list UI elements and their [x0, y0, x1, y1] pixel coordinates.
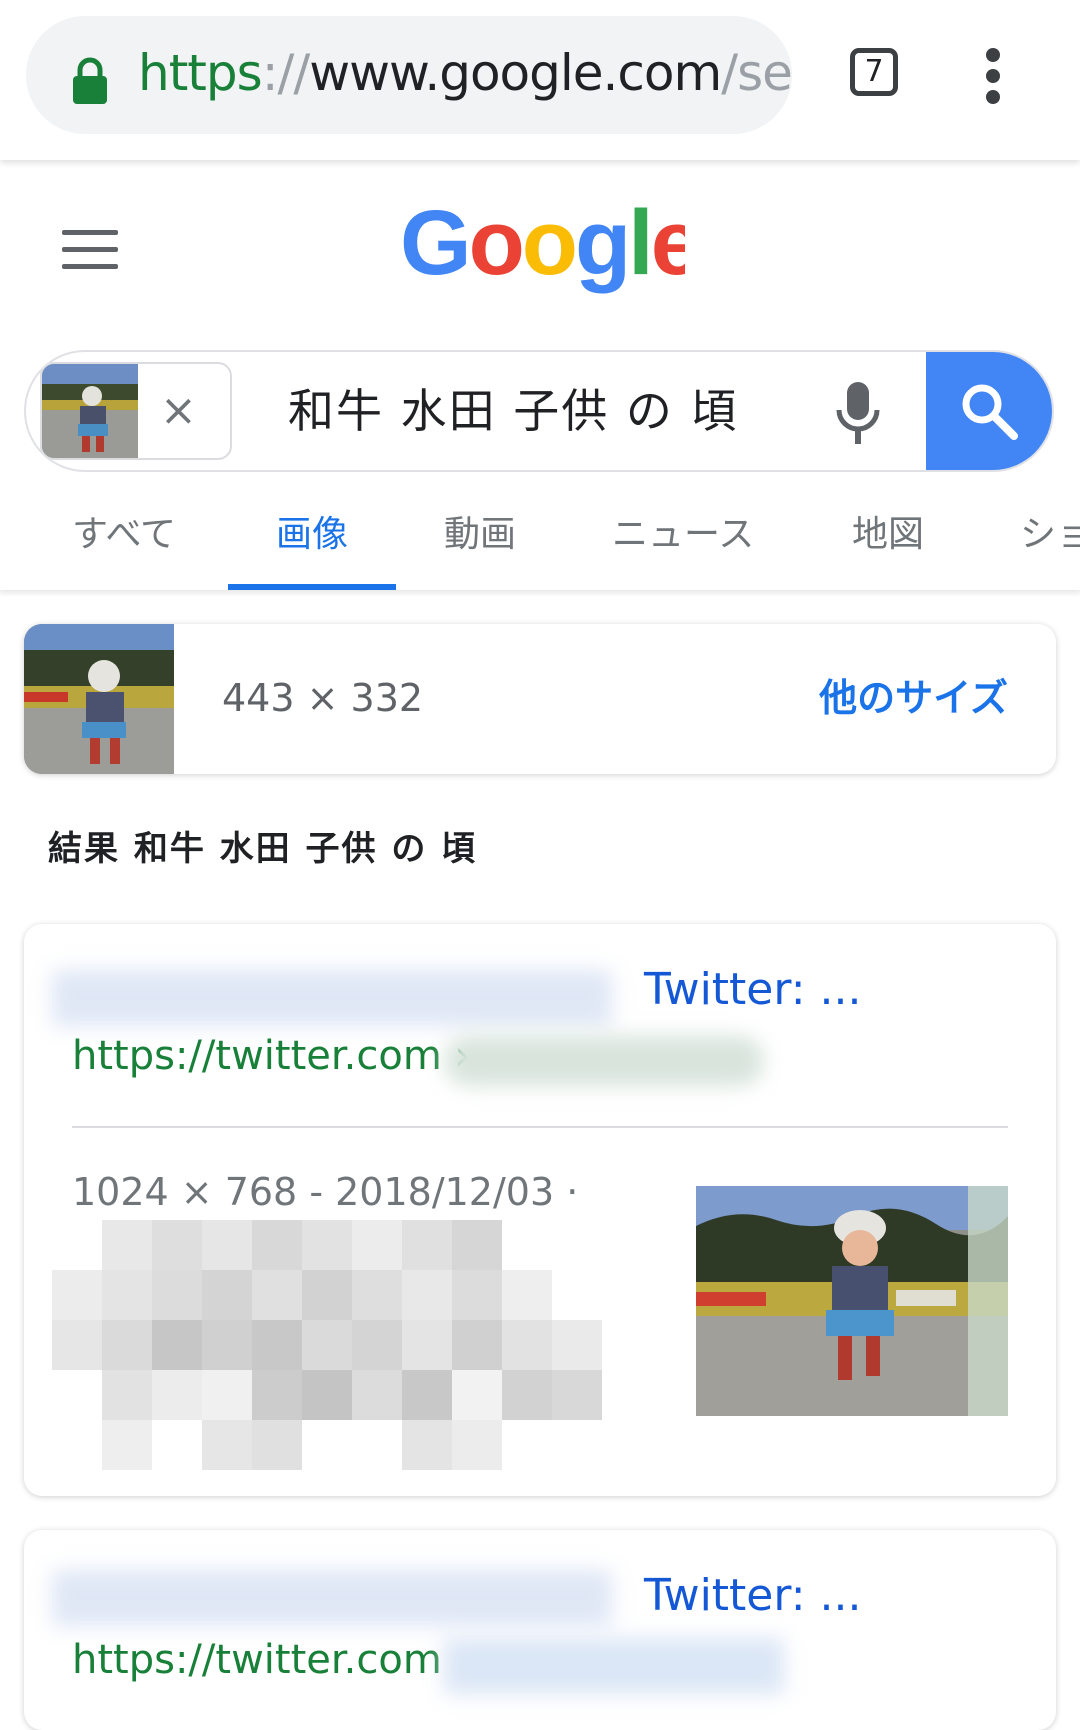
url-separator: :// [261, 44, 311, 102]
search-icon [962, 384, 1018, 440]
result-card[interactable]: Twitter: ... https://twitter.com [24, 1530, 1056, 1730]
image-dimensions: 443 × 332 [222, 676, 424, 720]
more-options-icon[interactable] [982, 48, 1006, 104]
url-path: /sea [721, 44, 792, 102]
clear-image-icon[interactable]: × [160, 386, 197, 436]
result-title[interactable]: Twitter: ... [644, 1566, 861, 1626]
result-url[interactable]: https://twitter.com [72, 1632, 442, 1688]
tab-shopping[interactable]: ショ [1020, 510, 1080, 560]
divider [72, 1126, 1008, 1128]
result-card[interactable]: Twitter: ... https://twitter.com › 1024 … [24, 924, 1056, 1496]
search-input[interactable]: 和牛 水田 子供 の 頃 [288, 376, 739, 446]
url-host: www.google.com [309, 44, 722, 102]
redacted-url [444, 1036, 764, 1086]
search-tabs: すべて 画像 動画 ニュース 地図 ショ [0, 480, 1080, 591]
redacted-snippet [52, 1220, 652, 1470]
search-box: × 和牛 水田 子供 の 頃 [24, 350, 1054, 472]
result-image[interactable] [696, 1186, 1008, 1416]
tab-images[interactable]: 画像 [276, 510, 348, 560]
search-button[interactable] [926, 352, 1052, 470]
results-heading: 結果 和牛 水田 子供 の 頃 [48, 829, 478, 869]
redacted-title [52, 970, 612, 1026]
image-info-card: 443 × 332 他のサイズ [24, 624, 1056, 774]
search-image-chip[interactable]: × [40, 362, 232, 460]
tab-videos[interactable]: 動画 [444, 510, 516, 560]
redacted-title [52, 1570, 612, 1626]
search-image-thumbnail [42, 364, 138, 458]
redacted-url [444, 1638, 784, 1694]
tab-news[interactable]: ニュース [612, 510, 754, 560]
svg-text:Google: Google [400, 196, 685, 294]
more-sizes-link[interactable]: 他のサイズ [819, 670, 1008, 726]
url-text: https://www.google.com/sea [138, 38, 792, 108]
tab-all[interactable]: すべて [72, 510, 176, 560]
result-meta: 1024 × 768 - 2018/12/03 · [72, 1170, 579, 1214]
google-logo: Google [400, 196, 685, 294]
browser-toolbar: https://www.google.com/sea 7 [0, 0, 1080, 160]
active-tab-indicator [228, 584, 396, 590]
tab-switcher-button[interactable]: 7 [850, 48, 898, 96]
address-bar[interactable]: https://www.google.com/sea [26, 16, 792, 134]
result-title[interactable]: Twitter: ... [644, 960, 861, 1020]
lock-icon [73, 57, 107, 104]
query-image-thumbnail [24, 624, 174, 774]
url-scheme: https [138, 44, 263, 102]
microphone-icon[interactable] [834, 380, 882, 446]
result-url[interactable]: https://twitter.com › [72, 1028, 471, 1084]
menu-icon[interactable] [62, 230, 118, 270]
tab-maps[interactable]: 地図 [852, 510, 924, 560]
